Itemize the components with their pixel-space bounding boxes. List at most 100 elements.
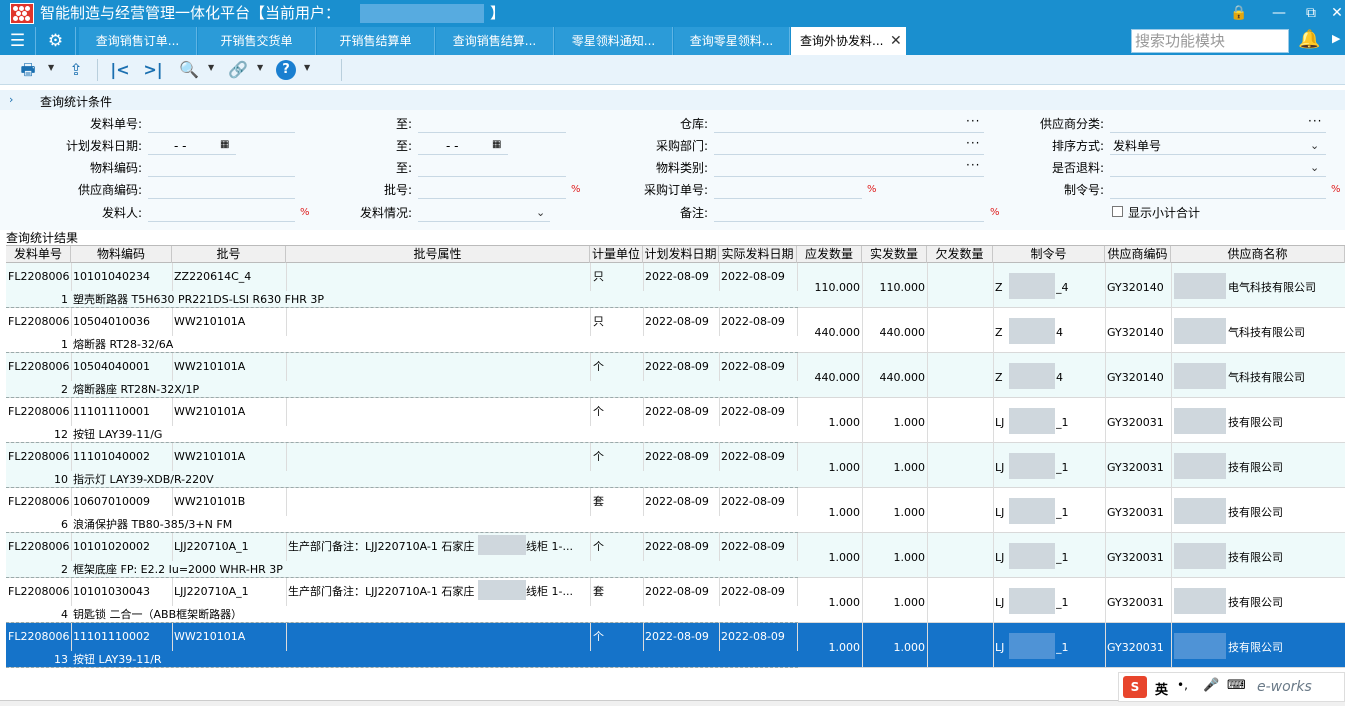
- material-code-to-input[interactable]: [418, 159, 566, 177]
- help-dropdown-icon[interactable]: ▼: [304, 63, 310, 72]
- search-icon[interactable]: 🔍: [178, 60, 200, 80]
- link-icon[interactable]: 🔗: [227, 60, 249, 80]
- first-page-icon[interactable]: |<: [109, 60, 131, 80]
- actual-date: 2022-08-09: [721, 270, 785, 283]
- sogou-icon[interactable]: S: [1123, 676, 1147, 698]
- column-header[interactable]: 实际发料日期: [719, 246, 797, 264]
- wildcard-icon: %: [571, 184, 581, 195]
- help-icon[interactable]: ?: [276, 60, 296, 80]
- warehouse-input[interactable]: [714, 115, 984, 133]
- column-header[interactable]: 计划发料日期: [643, 246, 719, 264]
- table-row[interactable]: FL22080064 10504040001 WW210101A 个 2022-08-0…: [6, 353, 1345, 398]
- export-icon[interactable]: ⇪: [66, 60, 86, 80]
- sort-by-select[interactable]: 发料单号: [1110, 137, 1326, 155]
- is-return-select[interactable]: [1110, 159, 1326, 177]
- table-row[interactable]: FL22080063 10101040234 ZZ220614C_4 只 2022-08…: [6, 263, 1345, 308]
- material-desc: 熔断器座 RT28N-32X/1P: [73, 383, 200, 396]
- supplier-class-input[interactable]: [1110, 115, 1326, 133]
- column-header[interactable]: 批号属性: [286, 246, 590, 264]
- material-desc: 浪涌保护器 TB80-385/3+N FM: [73, 518, 233, 531]
- column-header[interactable]: 应发数量: [797, 246, 862, 264]
- expand-icon[interactable]: ›: [9, 93, 13, 106]
- po-no-input[interactable]: [714, 181, 862, 199]
- table-row[interactable]: FL22080065 10101020002 LJJ220710A_1 生产部门备注：…: [6, 533, 1345, 578]
- material-code-from-input[interactable]: [148, 159, 295, 177]
- issuer-input[interactable]: [148, 204, 295, 222]
- warehouse-picker-icon[interactable]: ···: [966, 114, 980, 128]
- chevron-down-icon[interactable]: ⌄: [1310, 161, 1319, 174]
- calendar-icon[interactable]: ▦: [492, 139, 501, 150]
- tab-outsourcing-issue-query[interactable]: 查询外协发料...: [791, 27, 906, 55]
- ime-lang[interactable]: 英: [1155, 679, 1168, 698]
- chevron-down-icon[interactable]: ⌄: [1310, 139, 1319, 152]
- plan-date: 2022-08-09: [645, 540, 709, 553]
- column-header[interactable]: 发料单号: [6, 246, 71, 264]
- column-header[interactable]: 物料编码: [71, 246, 172, 264]
- more-icon[interactable]: ▶: [1332, 32, 1340, 45]
- purchase-dept-input[interactable]: [714, 137, 984, 155]
- column-header[interactable]: 供应商名称: [1171, 246, 1345, 264]
- supplier-class-picker-icon[interactable]: ···: [1308, 114, 1322, 128]
- table-row[interactable]: FL22080065 11101110001 WW210101A 个 2022-08-0…: [6, 398, 1345, 443]
- chevron-down-icon[interactable]: ⌄: [536, 206, 545, 219]
- column-header[interactable]: 供应商编码: [1105, 246, 1171, 264]
- print-dropdown-icon[interactable]: ▼: [48, 63, 54, 72]
- gear-icon[interactable]: ⚙: [36, 27, 76, 55]
- print-icon[interactable]: 🖶: [18, 60, 38, 80]
- tab-sales-delivery[interactable]: 开销售交货单: [198, 27, 316, 55]
- order-no-input[interactable]: [1110, 181, 1326, 199]
- lock-icon[interactable]: 🔒: [1229, 3, 1249, 23]
- column-header[interactable]: 批号: [172, 246, 286, 264]
- due-qty: 1.000: [828, 596, 861, 609]
- menu-icon[interactable]: ☰: [0, 27, 36, 55]
- redacted-supplier-name: [1174, 408, 1226, 434]
- tab-misc-picking-query[interactable]: 查询零星领料...: [674, 27, 790, 55]
- remark-input[interactable]: [714, 204, 984, 222]
- seq-no: 2: [61, 563, 68, 576]
- batch-no: WW210101A: [174, 360, 246, 373]
- issue-status-select[interactable]: [418, 204, 550, 222]
- link-dropdown-icon[interactable]: ▼: [257, 63, 263, 72]
- microphone-icon[interactable]: 🎤: [1203, 678, 1219, 693]
- minimize-icon[interactable]: —: [1269, 3, 1289, 23]
- bell-icon[interactable]: 🔔: [1298, 29, 1320, 50]
- tab-misc-picking-notice[interactable]: 零星领料通知...: [555, 27, 673, 55]
- doc-no-from-input[interactable]: [148, 115, 295, 133]
- table-row[interactable]: FL22080065 11101040002 WW210101A 个 2022-08-0…: [6, 443, 1345, 488]
- supplier-code-input[interactable]: [148, 181, 295, 199]
- purchase-dept-picker-icon[interactable]: ···: [966, 136, 980, 150]
- results-table[interactable]: FL22080063 10101040234 ZZ220614C_4 只 2022-08…: [6, 263, 1345, 668]
- batch-input[interactable]: [418, 181, 566, 199]
- punctuation-icon[interactable]: •,: [1177, 678, 1188, 692]
- plan-date: 2022-08-09: [645, 315, 709, 328]
- tab-sales-settlement-query[interactable]: 查询销售结算...: [436, 27, 554, 55]
- maximize-icon[interactable]: ⧉: [1301, 3, 1321, 23]
- keyboard-icon[interactable]: ⌨: [1227, 678, 1246, 693]
- tab-close-icon[interactable]: ✕: [890, 33, 902, 49]
- column-header[interactable]: 实发数量: [862, 246, 927, 264]
- column-header[interactable]: 计量单位: [590, 246, 643, 264]
- batch-no: LJJ220710A_1: [174, 585, 249, 598]
- subtotal-checkbox[interactable]: [1112, 206, 1123, 217]
- last-page-icon[interactable]: >|: [142, 60, 164, 80]
- doc-no-to-input[interactable]: [418, 115, 566, 133]
- material-class-input[interactable]: [714, 159, 984, 177]
- column-header[interactable]: 制令号: [993, 246, 1105, 264]
- table-row[interactable]: FL22080065 10101030043 LJJ220710A_1 生产部门备注：…: [6, 578, 1345, 623]
- ime-toolbar[interactable]: S 英 •, 🎤 ⌨ e-works: [1118, 672, 1345, 702]
- batch-no: WW210101A: [174, 405, 246, 418]
- search-dropdown-icon[interactable]: ▼: [208, 63, 214, 72]
- tab-sales-order-query[interactable]: 查询销售订单...: [79, 27, 197, 55]
- query-condition-header[interactable]: › 查询统计条件: [0, 90, 1345, 110]
- close-icon[interactable]: ✕: [1327, 3, 1345, 23]
- material-class-picker-icon[interactable]: ···: [966, 158, 980, 172]
- sort-by-label: 排序方式:: [1051, 139, 1104, 153]
- plan-date: 2022-08-09: [645, 405, 709, 418]
- search-input[interactable]: 搜索功能模块: [1131, 29, 1289, 53]
- table-row[interactable]: FL22080064 10504010036 WW210101A 只 2022-08-0…: [6, 308, 1345, 353]
- table-row[interactable]: FL22080065 11101110002 WW210101A 个 2022-08-0…: [6, 623, 1345, 668]
- tab-sales-settlement[interactable]: 开销售结算单: [317, 27, 435, 55]
- table-row[interactable]: FL22080065 10607010009 WW210101B 套 2022-08-0…: [6, 488, 1345, 533]
- column-header[interactable]: 欠发数量: [927, 246, 993, 264]
- calendar-icon[interactable]: ▦: [220, 139, 229, 150]
